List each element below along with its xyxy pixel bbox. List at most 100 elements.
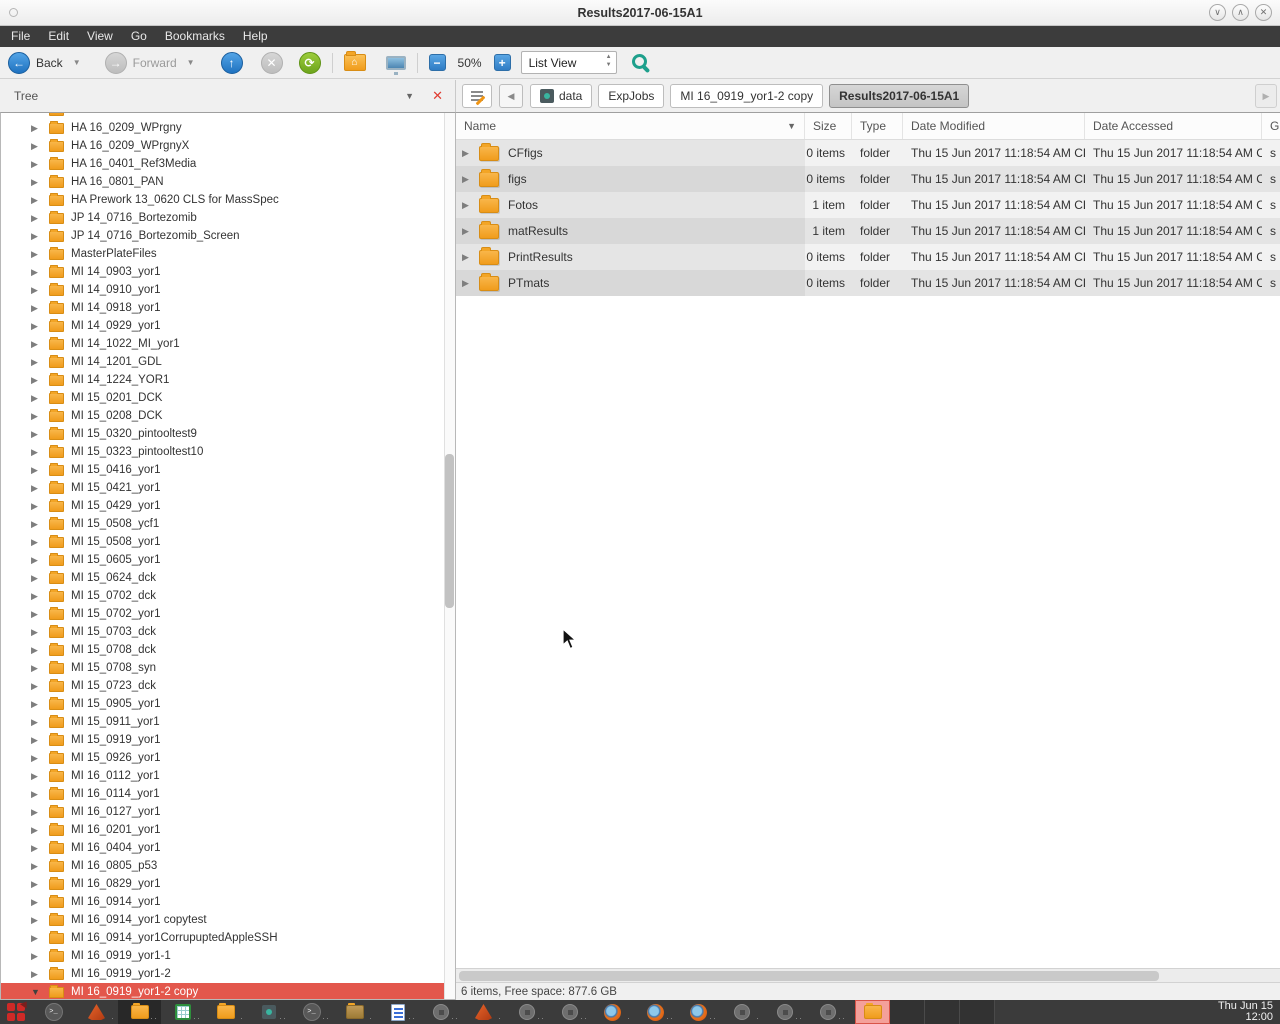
tree-item[interactable]: ▶MI 16_0404_yor1 bbox=[1, 839, 455, 857]
column-date-accessed[interactable]: Date Accessed bbox=[1085, 113, 1262, 139]
expand-arrow-icon[interactable]: ▶ bbox=[462, 200, 479, 211]
expand-arrow-icon[interactable]: ▶ bbox=[462, 278, 479, 289]
forward-dropdown-icon[interactable]: ▼ bbox=[183, 58, 199, 67]
tree-item[interactable]: ▶MI 16_0201_yor1 bbox=[1, 821, 455, 839]
tree-item[interactable]: ▶HA Prework 13_0620 CLS for MassSpec bbox=[1, 191, 455, 209]
desktop-icon[interactable] bbox=[386, 56, 406, 70]
tree-item[interactable]: ▶MI 16_0112_yor1 bbox=[1, 767, 455, 785]
menu-file[interactable]: File bbox=[2, 26, 39, 47]
up-icon[interactable]: ↑ bbox=[221, 52, 243, 74]
taskbar-window-button[interactable] bbox=[890, 1000, 925, 1024]
tree-item[interactable]: ▶MasterPlateFiles bbox=[1, 245, 455, 263]
breadcrumb-scroll-left-icon[interactable]: ◀ bbox=[499, 84, 523, 108]
expand-arrow-icon[interactable]: ▶ bbox=[31, 699, 49, 710]
expand-arrow-icon[interactable]: ▶ bbox=[31, 681, 49, 692]
tree-dropdown-icon[interactable]: ▼ bbox=[405, 91, 432, 101]
expand-arrow-icon[interactable]: ▶ bbox=[31, 177, 49, 188]
expand-arrow-icon[interactable]: ▶ bbox=[31, 807, 49, 818]
expand-arrow-icon[interactable]: ▶ bbox=[31, 609, 49, 620]
app-circle-icon-5[interactable] bbox=[777, 1004, 793, 1020]
view-mode-select[interactable]: List View ▲▼ bbox=[521, 51, 617, 74]
folder-brown-icon[interactable] bbox=[346, 1005, 364, 1019]
expand-arrow-icon[interactable]: ▶ bbox=[31, 663, 49, 674]
expand-arrow-icon[interactable]: ▶ bbox=[31, 969, 49, 980]
horizontal-scrollbar[interactable] bbox=[456, 968, 1280, 982]
expand-arrow-icon[interactable]: ▶ bbox=[31, 393, 49, 404]
breadcrumb-results2017-06-15a1[interactable]: Results2017-06-15A1 bbox=[829, 84, 969, 108]
minimize-icon[interactable]: ∨ bbox=[1209, 4, 1226, 21]
back-dropdown-icon[interactable]: ▼ bbox=[69, 58, 85, 67]
expand-arrow-icon[interactable]: ▶ bbox=[462, 226, 479, 237]
tree-item[interactable]: ▶MI 14_0903_yor1 bbox=[1, 263, 455, 281]
app-circle-icon[interactable] bbox=[433, 1004, 449, 1020]
firefox-icon[interactable] bbox=[604, 1004, 621, 1021]
expand-arrow-icon[interactable]: ▶ bbox=[31, 861, 49, 872]
edit-path-icon[interactable] bbox=[462, 84, 492, 108]
home-icon[interactable]: ⌂ bbox=[344, 54, 366, 71]
tree-item[interactable]: ▶MI 15_0320_pintooltest9 bbox=[1, 425, 455, 443]
taskbar-window-button[interactable] bbox=[925, 1000, 960, 1024]
tree-item[interactable]: ▶MI 16_0919_yor1-2 bbox=[1, 965, 455, 983]
expand-arrow-icon[interactable]: ▶ bbox=[31, 645, 49, 656]
tree-item[interactable]: ▶MI 15_0624_dck bbox=[1, 569, 455, 587]
file-manager-icon[interactable] bbox=[131, 1005, 149, 1019]
expand-arrow-icon[interactable]: ▶ bbox=[31, 321, 49, 332]
tree-item[interactable]: ▶MI 16_0805_p53 bbox=[1, 857, 455, 875]
tree-item[interactable]: ▶MI 14_1224_YOR1 bbox=[1, 371, 455, 389]
expand-arrow-icon[interactable]: ▶ bbox=[31, 591, 49, 602]
tree-item[interactable]: ▶MI 15_0708_syn bbox=[1, 659, 455, 677]
expand-arrow-icon[interactable]: ▶ bbox=[31, 573, 49, 584]
tree-item[interactable]: ▶MI 15_0201_DCK bbox=[1, 389, 455, 407]
breadcrumb-expjobs[interactable]: ExpJobs bbox=[598, 84, 664, 108]
expand-arrow-icon[interactable]: ▶ bbox=[31, 537, 49, 548]
app-menu-icon[interactable] bbox=[7, 1003, 25, 1021]
taskbar-active-window-button[interactable] bbox=[855, 1000, 890, 1024]
expand-arrow-icon[interactable]: ▶ bbox=[31, 213, 49, 224]
expand-arrow-icon[interactable]: ▶ bbox=[31, 789, 49, 800]
view-mode-spinner-icon[interactable]: ▲▼ bbox=[606, 54, 612, 68]
tree-item[interactable]: ▶MI 15_0911_yor1 bbox=[1, 713, 455, 731]
tree-item[interactable]: ▶HA 16_0209_WPrgny bbox=[1, 119, 455, 137]
expand-arrow-icon[interactable]: ▶ bbox=[31, 285, 49, 296]
expand-arrow-icon[interactable]: ▶ bbox=[31, 159, 49, 170]
expand-arrow-icon[interactable]: ▶ bbox=[31, 411, 49, 422]
expand-arrow-icon[interactable]: ▶ bbox=[462, 174, 479, 185]
expand-arrow-icon[interactable]: ▶ bbox=[31, 249, 49, 260]
back-icon[interactable]: ← bbox=[8, 52, 30, 74]
terminal-icon[interactable]: >_ bbox=[45, 1003, 63, 1021]
tree-item[interactable]: ▶MI 16_0114_yor1 bbox=[1, 785, 455, 803]
expand-arrow-icon[interactable]: ▶ bbox=[31, 231, 49, 242]
tree-item[interactable]: ▶MI 14_0929_yor1 bbox=[1, 317, 455, 335]
expand-arrow-icon[interactable]: ▶ bbox=[31, 483, 49, 494]
firefox-icon-2[interactable] bbox=[647, 1004, 664, 1021]
table-row[interactable]: ▶CFfigs0 itemsfolderThu 15 Jun 2017 11:1… bbox=[456, 140, 1280, 166]
tree-item[interactable]: ▶HA 16_0401_Ref3Media bbox=[1, 155, 455, 173]
expand-arrow-icon[interactable]: ▶ bbox=[31, 465, 49, 476]
tree-item[interactable]: ▶MI 15_0919_yor1 bbox=[1, 731, 455, 749]
tree-item[interactable]: ▶MI 16_0914_yor1 copytest bbox=[1, 911, 455, 929]
tree-item[interactable]: ▶MI 14_0918_yor1 bbox=[1, 299, 455, 317]
expand-arrow-icon[interactable]: ▶ bbox=[31, 627, 49, 638]
tree-item[interactable]: ▶JP 14_0716_Bortezomib bbox=[1, 209, 455, 227]
breadcrumb-data[interactable]: data bbox=[530, 84, 592, 108]
tree-item[interactable]: ▶MI 15_0429_yor1 bbox=[1, 497, 455, 515]
table-row[interactable]: ▶matResults1 itemfolderThu 15 Jun 2017 1… bbox=[456, 218, 1280, 244]
search-icon[interactable] bbox=[631, 53, 651, 73]
back-button[interactable]: Back bbox=[36, 56, 63, 70]
menu-view[interactable]: View bbox=[78, 26, 122, 47]
tree-item[interactable]: ▶MI 15_0926_yor1 bbox=[1, 749, 455, 767]
breadcrumb-mi-16-0919-yor1-2-copy[interactable]: MI 16_0919_yor1-2 copy bbox=[670, 84, 823, 108]
expand-arrow-icon[interactable]: ▶ bbox=[31, 501, 49, 512]
menu-bookmarks[interactable]: Bookmarks bbox=[156, 26, 234, 47]
table-row[interactable]: ▶PrintResults0 itemsfolderThu 15 Jun 201… bbox=[456, 244, 1280, 270]
expand-arrow-icon[interactable]: ▶ bbox=[31, 519, 49, 530]
terminal-icon-2[interactable]: >_ bbox=[303, 1003, 321, 1021]
expand-arrow-icon[interactable]: ▶ bbox=[31, 357, 49, 368]
horizontal-scrollbar-thumb[interactable] bbox=[459, 971, 1159, 981]
matlab-icon-2[interactable] bbox=[475, 1004, 492, 1020]
app-circle-icon-2[interactable] bbox=[519, 1004, 535, 1020]
expand-arrow-icon[interactable]: ▶ bbox=[31, 879, 49, 890]
tree-item[interactable]: ▶MI 15_0605_yor1 bbox=[1, 551, 455, 569]
tree-item[interactable]: ▶MI 15_0708_dck bbox=[1, 641, 455, 659]
app-circle-icon-4[interactable] bbox=[734, 1004, 750, 1020]
